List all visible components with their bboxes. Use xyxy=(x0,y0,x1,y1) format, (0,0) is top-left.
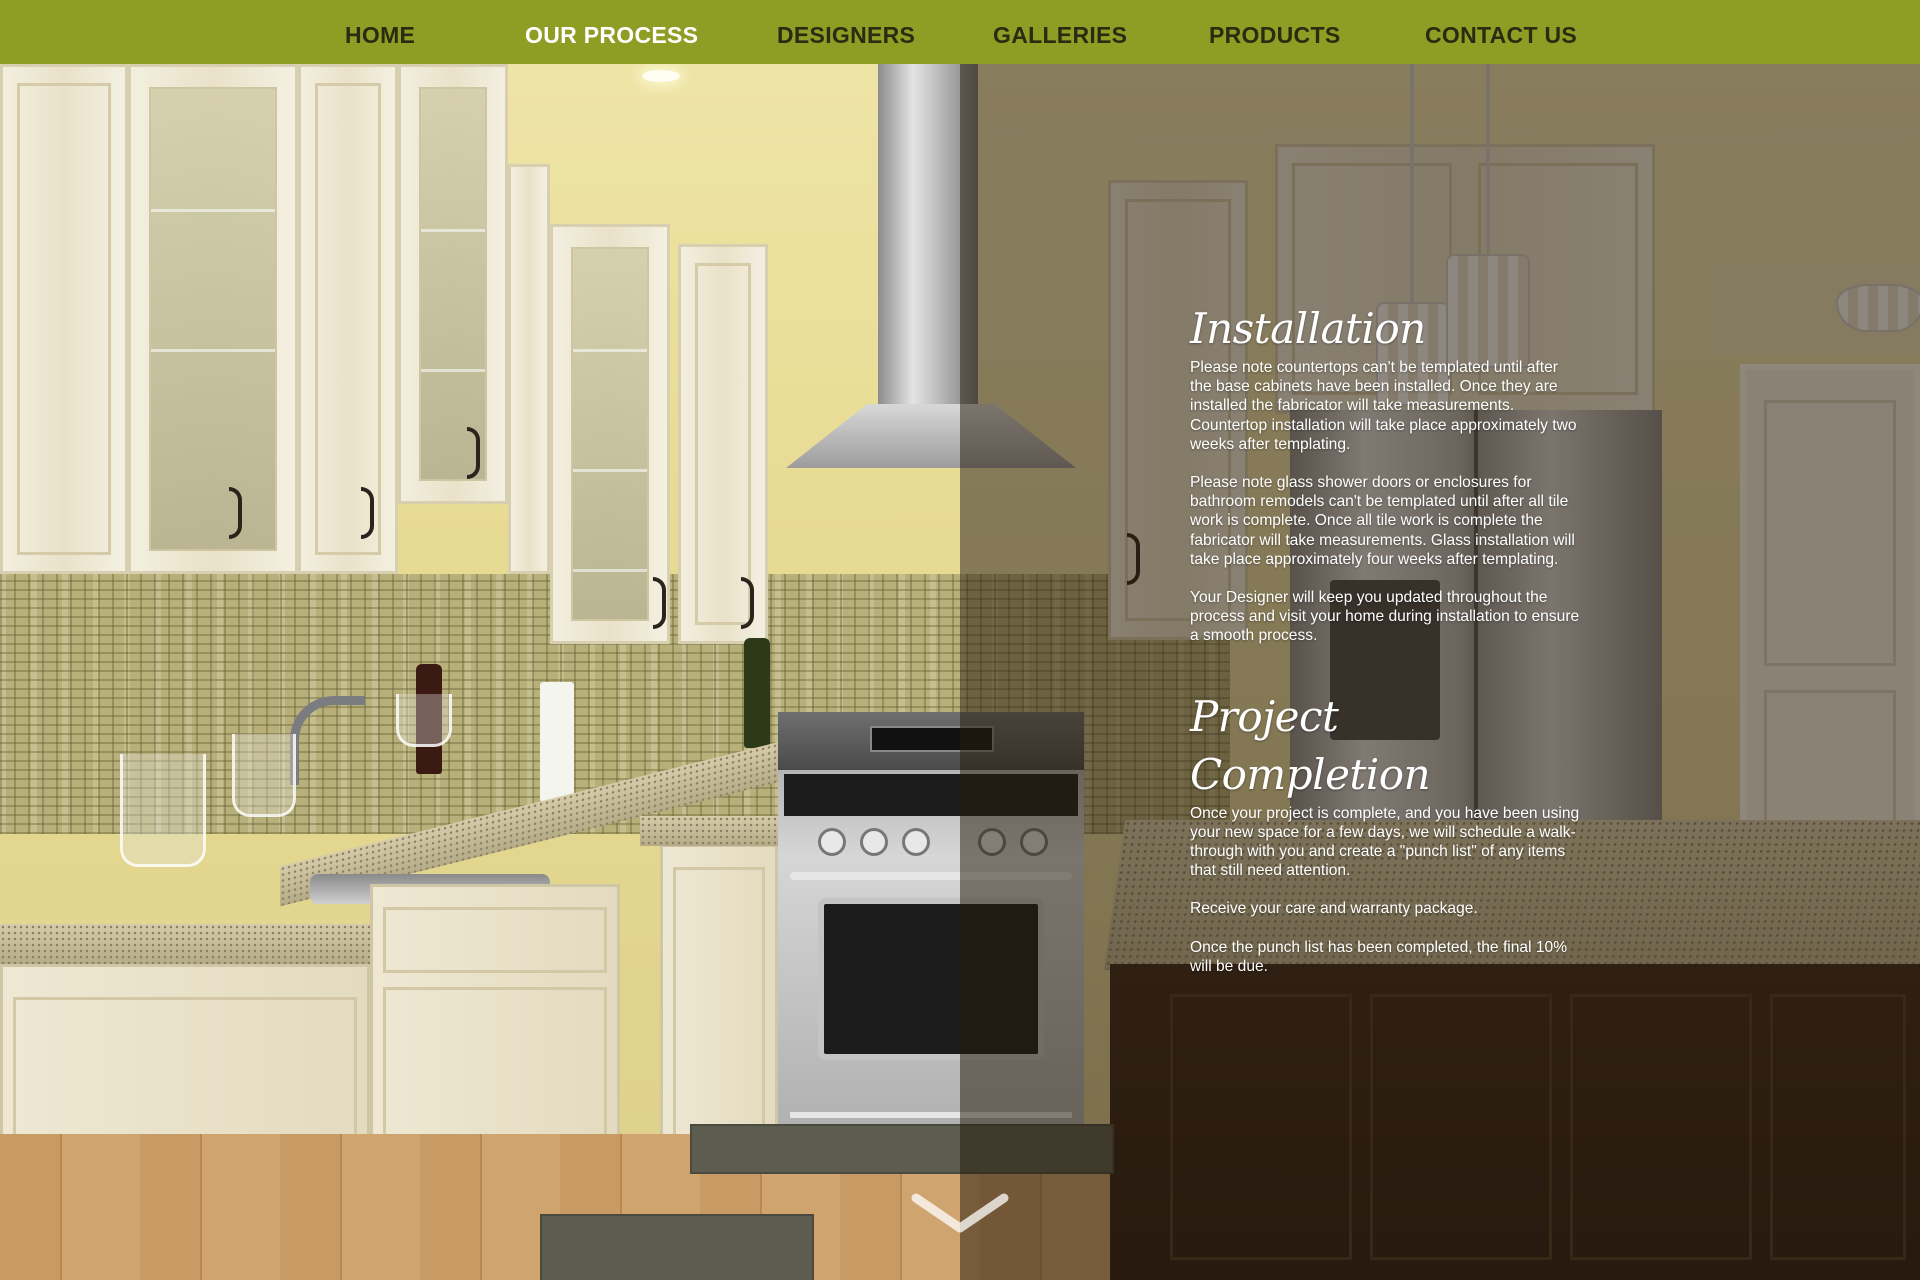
countertop xyxy=(0,924,380,964)
scroll-down-button[interactable] xyxy=(910,1192,1010,1236)
installation-section: Installation Please note countertops can… xyxy=(1190,300,1580,646)
floor-mat xyxy=(540,1214,814,1280)
wine-glass-icon xyxy=(396,694,452,747)
upper-cabinet xyxy=(678,244,768,644)
upper-cabinet xyxy=(0,64,128,574)
nav-designers[interactable]: DESIGNERS xyxy=(777,0,915,64)
process-content: Installation Please note countertops can… xyxy=(1190,300,1580,995)
glass-cabinet xyxy=(128,64,298,574)
completion-paragraph: Once your project is complete, and you h… xyxy=(1190,804,1580,880)
chevron-down-icon xyxy=(911,1193,1009,1233)
faucet-icon xyxy=(290,696,365,785)
upper-cabinet xyxy=(298,64,398,574)
nav-products[interactable]: PRODUCTS xyxy=(1209,0,1340,64)
paper-towel-icon xyxy=(540,682,574,802)
nav-contact-us[interactable]: CONTACT US xyxy=(1425,0,1577,64)
nav-galleries[interactable]: GALLERIES xyxy=(993,0,1127,64)
project-completion-heading: Project Completion xyxy=(1190,691,1431,799)
wine-glass-icon xyxy=(232,734,296,817)
glass-cabinet xyxy=(550,224,670,644)
countertop xyxy=(640,816,790,846)
nav-home[interactable]: HOME xyxy=(345,0,415,64)
installation-heading: Installation xyxy=(1190,304,1426,353)
upper-cabinet xyxy=(508,164,550,574)
ceiling-light-icon xyxy=(642,70,680,82)
installation-paragraph: Please note glass shower doors or enclos… xyxy=(1190,474,1575,568)
completion-paragraph: Receive your care and warranty package. xyxy=(1190,900,1478,918)
glass-cabinet xyxy=(398,64,508,504)
base-cabinet xyxy=(660,844,778,1164)
completion-paragraph: Once the punch list has been completed, … xyxy=(1190,938,1568,975)
pitcher-icon xyxy=(120,754,206,867)
installation-paragraph: Your Designer will keep you updated thro… xyxy=(1190,589,1580,645)
oil-bottle-icon xyxy=(744,638,770,748)
installation-paragraph: Please note countertops can't be templat… xyxy=(1190,359,1577,453)
top-navigation-bar: HOME OUR PROCESS DESIGNERS GALLERIES PRO… xyxy=(0,0,1920,64)
nav-our-process[interactable]: OUR PROCESS xyxy=(525,0,698,64)
project-completion-section: Project Completion Once your project is … xyxy=(1190,688,1580,976)
